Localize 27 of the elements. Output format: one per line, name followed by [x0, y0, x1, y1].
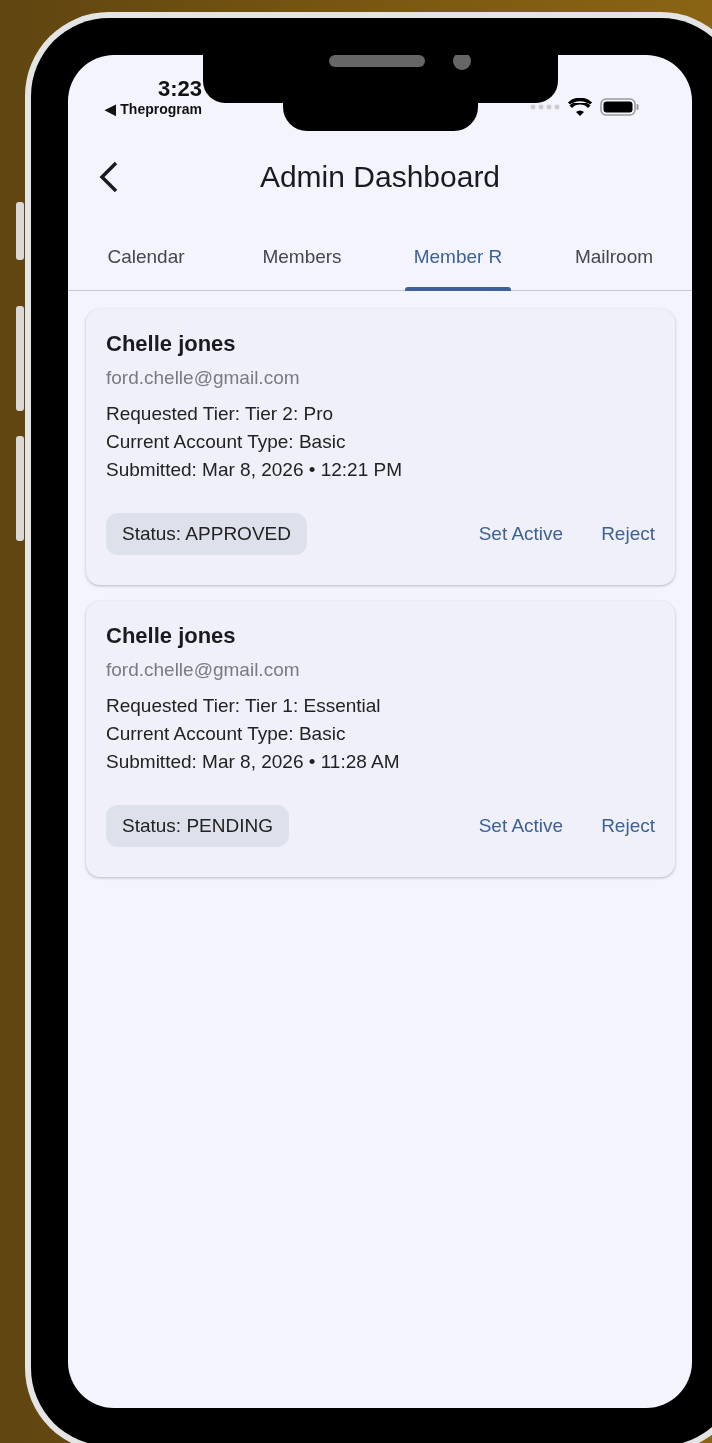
status-chip: Status: APPROVED [106, 513, 307, 555]
tab[interactable]: Calendar [68, 223, 224, 290]
wifi-icon [568, 98, 592, 116]
member-name: Chelle jones [106, 331, 237, 357]
signal-icon [530, 104, 560, 110]
back-to-app-link[interactable]: ◀ Theprogram [105, 101, 202, 117]
battery-icon [600, 98, 640, 116]
tab[interactable]: Members [224, 223, 380, 290]
action-button[interactable]: Set Active [478, 523, 564, 545]
requested-tier-text: Requested Tier: Tier 2: Pro [106, 403, 335, 425]
tab[interactable]: Mailroom [536, 223, 692, 290]
member-email: ford.chelle@gmail.com [106, 659, 301, 681]
action-button[interactable]: Reject [601, 815, 655, 837]
current-account-type: Current Account Type: Basic [106, 723, 347, 745]
current-account-type: Current Account Type: Basic [106, 431, 347, 453]
status-time: 3:23 [157, 77, 202, 101]
status-chip: Status: PENDING [106, 805, 289, 847]
member-name: Chelle jones [106, 623, 237, 649]
action-button[interactable]: Set Active [478, 815, 564, 837]
action-button[interactable]: Reject [601, 523, 655, 545]
page-title: Admin Dashboard [258, 160, 502, 194]
requested-tier-text: Requested Tier: Tier 1: Essential [106, 695, 382, 717]
submitted-date: Submitted: Mar 8, 2026 • 12:21 PM [106, 459, 404, 481]
member-email: ford.chelle@gmail.com [106, 367, 301, 389]
tab[interactable]: Member R [380, 223, 536, 290]
back-icon[interactable] [98, 160, 120, 194]
submitted-date: Submitted: Mar 8, 2026 • 11:28 AM [106, 751, 401, 773]
